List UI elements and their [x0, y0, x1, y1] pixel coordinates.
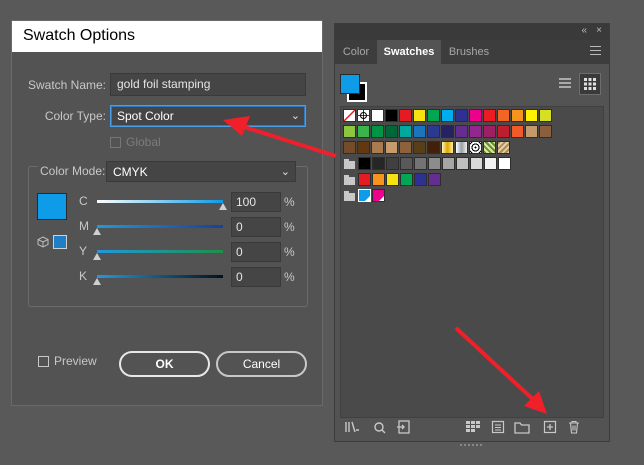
arrow-to-color-type [223, 116, 337, 158]
annotation-arrows [223, 116, 547, 414]
arrow-to-new-swatch [454, 326, 547, 414]
